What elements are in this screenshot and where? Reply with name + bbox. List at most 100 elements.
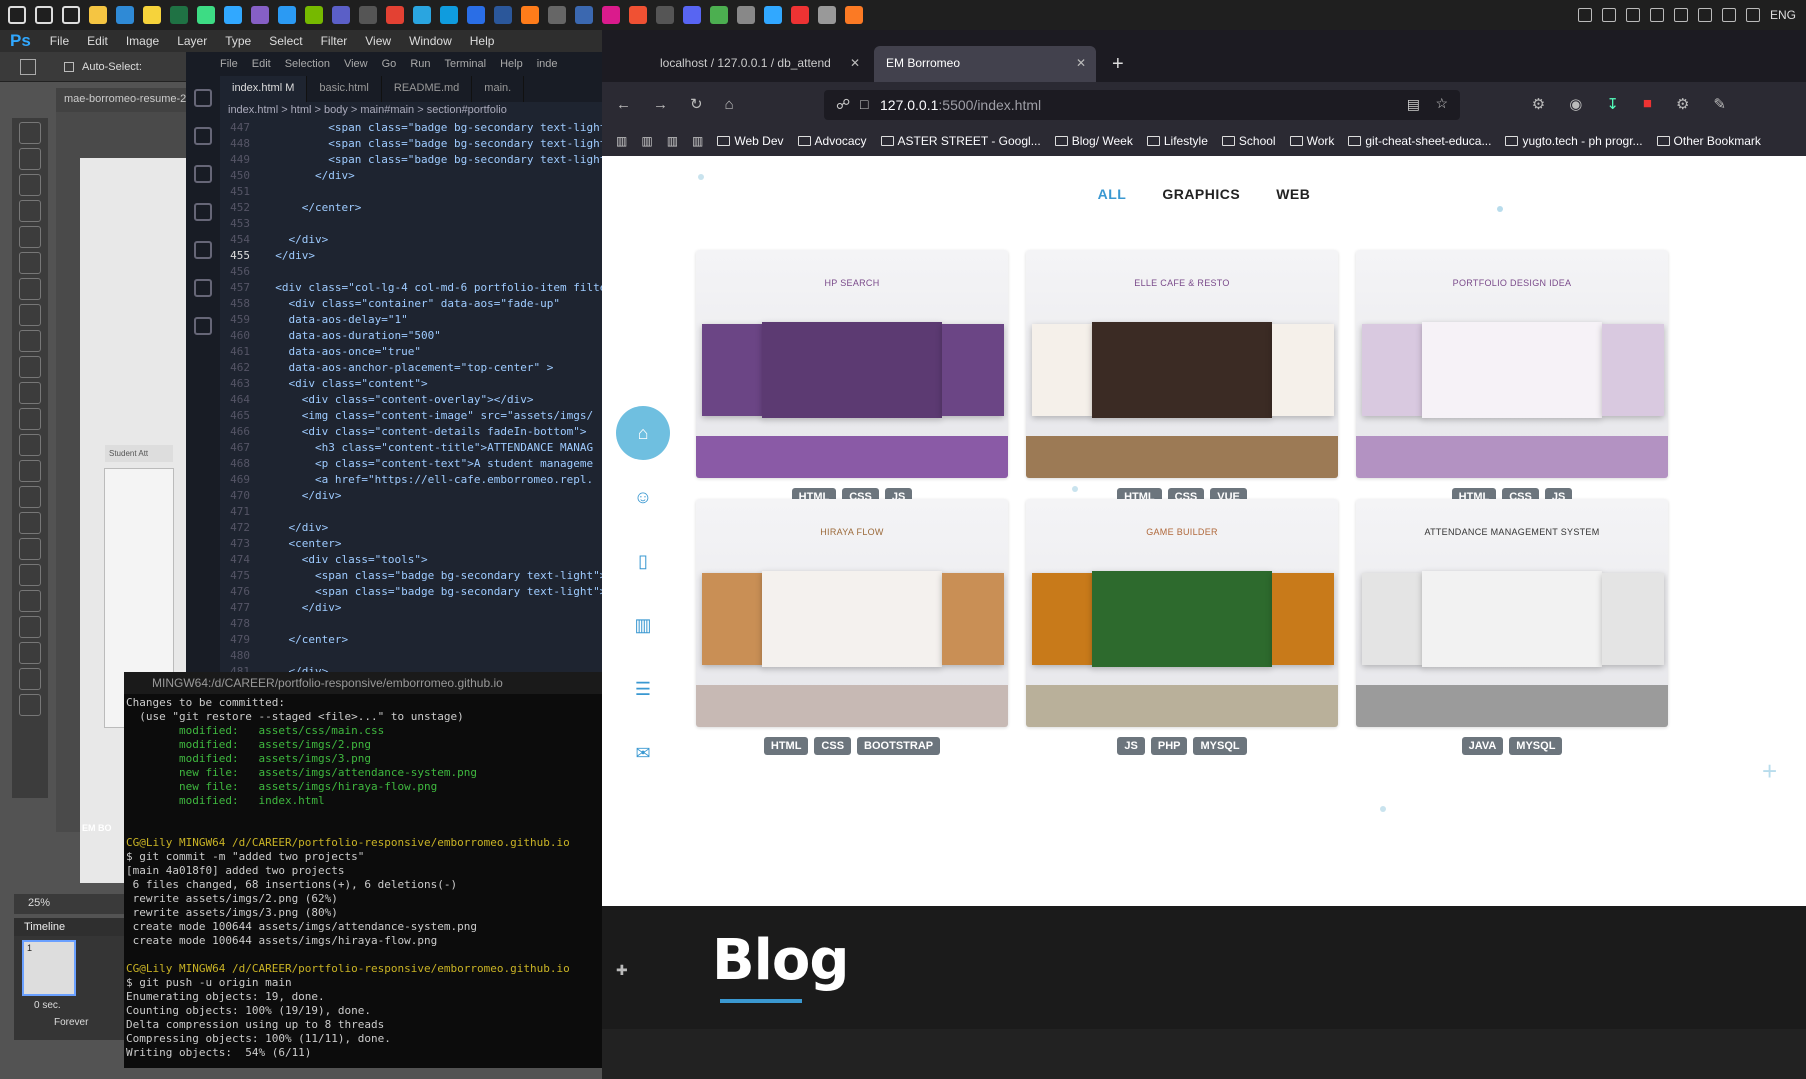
editor-tab[interactable]: README.md [382,76,473,102]
search-icon[interactable] [194,127,212,145]
pocket-icon[interactable]: ◉ [1569,95,1582,113]
reader-view-icon[interactable]: ▤ [1407,96,1420,113]
move-tool-icon[interactable] [19,122,41,144]
document-icon[interactable]: ▯ [616,534,670,588]
source-control-icon[interactable] [194,165,212,183]
gradient-tool-icon[interactable] [19,408,41,430]
keyboard-icon[interactable] [1745,8,1760,22]
app-icon[interactable] [413,6,431,24]
app-icon[interactable] [467,6,485,24]
nvidia-icon[interactable] [305,6,323,24]
bookmark-item[interactable]: ASTER STREET - Googl... [880,134,1041,148]
color-swatch-icon[interactable] [19,642,41,664]
vscode-menu-view[interactable]: View [344,58,368,70]
bookmark-item[interactable]: Web Dev [717,134,784,148]
crop-tool-icon[interactable] [19,226,41,248]
downloads-icon[interactable]: ↧ [1606,95,1619,113]
filter-graphics[interactable]: GRAPHICS [1162,186,1240,202]
project-card[interactable]: ATTENDANCE MANAGEMENT SYSTEM [1356,499,1668,727]
dodge-tool-icon[interactable] [19,460,41,482]
library-icon[interactable]: ▥ [616,134,627,148]
photoshop-icon[interactable] [224,6,242,24]
ps-menu-select[interactable]: Select [260,34,311,48]
screenshot-icon[interactable]: ▥ [692,134,703,148]
extension-icon[interactable]: ■ [1643,95,1652,113]
app-icon[interactable] [791,6,809,24]
vscode-menu-run[interactable]: Run [410,58,430,70]
volume-icon[interactable] [1625,8,1640,22]
frame-delay[interactable]: 0 sec. [14,1000,124,1011]
back-icon[interactable]: ← [616,96,631,113]
bookmark-item[interactable]: School [1221,134,1276,148]
home-icon[interactable]: ⌂ [616,406,670,460]
bookmark-item[interactable]: Other Bookmark [1656,134,1761,148]
pen-tool-icon[interactable] [19,486,41,508]
browser-tab[interactable]: localhost / 127.0.0.1 / db_attend ✕ [648,46,870,82]
android-studio-icon[interactable] [197,6,215,24]
browser-tab[interactable]: EM Borromeo ✕ [874,46,1096,82]
app-icon[interactable] [737,6,755,24]
chevron-up-icon[interactable] [1577,8,1592,22]
language-indicator[interactable]: ENG [1770,8,1796,22]
remote-explorer-icon[interactable] [194,279,212,297]
quick-mask-icon[interactable] [19,668,41,690]
git-icon[interactable] [629,6,647,24]
extensions-icon[interactable] [194,241,212,259]
sidebar-icon[interactable]: ▥ [667,134,678,148]
discord-icon[interactable] [683,6,701,24]
sync-icon[interactable]: ▥ [641,134,652,148]
run-debug-icon[interactable] [194,203,212,221]
xampp-tray-icon[interactable] [1601,8,1616,22]
vscode-menu-edit[interactable]: Edit [252,58,271,70]
app-icon[interactable] [656,6,674,24]
close-tab-icon[interactable]: ✕ [1076,56,1086,70]
nvidia-tray-icon[interactable] [1649,8,1664,22]
hand-tool-icon[interactable] [19,590,41,612]
book-icon[interactable]: ▥ [616,598,670,652]
bookmark-item[interactable]: Advocacy [797,134,867,148]
ps-menu-image[interactable]: Image [117,34,168,48]
filter-all[interactable]: ALL [1098,186,1127,202]
app-icon[interactable] [575,6,593,24]
server-icon[interactable]: ☰ [616,662,670,716]
ps-menu-layer[interactable]: Layer [168,34,216,48]
bookmark-star-icon[interactable]: ☆ [1435,95,1448,112]
excel-icon[interactable] [170,6,188,24]
ps-menu-edit[interactable]: Edit [78,34,117,48]
url-bar[interactable]: ☍ □ 127.0.0.1:5500/index.html ▤ ☆ [824,90,1460,120]
xampp-icon[interactable] [845,6,863,24]
photoshop-icon[interactable] [764,6,782,24]
app-icon[interactable] [818,6,836,24]
brush-tool-icon[interactable] [19,304,41,326]
ps-menu-file[interactable]: File [41,34,78,48]
auto-select-checkbox[interactable] [64,61,74,72]
ps-menu-view[interactable]: View [356,34,400,48]
vscode-menu-selection[interactable]: Selection [285,58,330,70]
bookmark-item[interactable]: Work [1289,134,1334,148]
settings-icon[interactable]: ⚙ [1676,95,1689,113]
editor-tab[interactable]: main. [472,76,525,102]
path-select-icon[interactable] [19,538,41,560]
timeline-frame[interactable]: 1 [22,940,76,996]
shape-tool-icon[interactable] [19,564,41,586]
project-card[interactable]: HP SEARCH [696,250,1008,478]
teams-icon[interactable] [332,6,350,24]
vscode-menu-help[interactable]: Help [500,58,523,70]
forward-icon[interactable]: → [653,96,668,113]
bookmark-item[interactable]: Blog/ Week [1054,134,1133,148]
shield-icon[interactable]: ☍ [836,96,850,113]
explorer-icon[interactable] [194,89,212,107]
file-explorer-icon[interactable] [89,6,107,24]
history-brush-icon[interactable] [19,356,41,378]
edge-icon[interactable] [440,6,458,24]
bookmark-item[interactable]: yugto.tech - ph progr... [1505,134,1643,148]
marquee-tool-icon[interactable] [19,148,41,170]
healing-tool-icon[interactable] [19,278,41,300]
pen-icon[interactable]: ✎ [1713,95,1726,113]
search-icon[interactable] [35,6,53,24]
reload-icon[interactable]: ↻ [690,95,703,113]
editor-tab[interactable]: index.html M [220,76,308,102]
home-icon[interactable]: ⌂ [725,96,734,113]
wifi-icon[interactable] [1697,8,1712,22]
code-editor[interactable]: 447 <span class="badge bg-secondary text… [220,120,602,672]
